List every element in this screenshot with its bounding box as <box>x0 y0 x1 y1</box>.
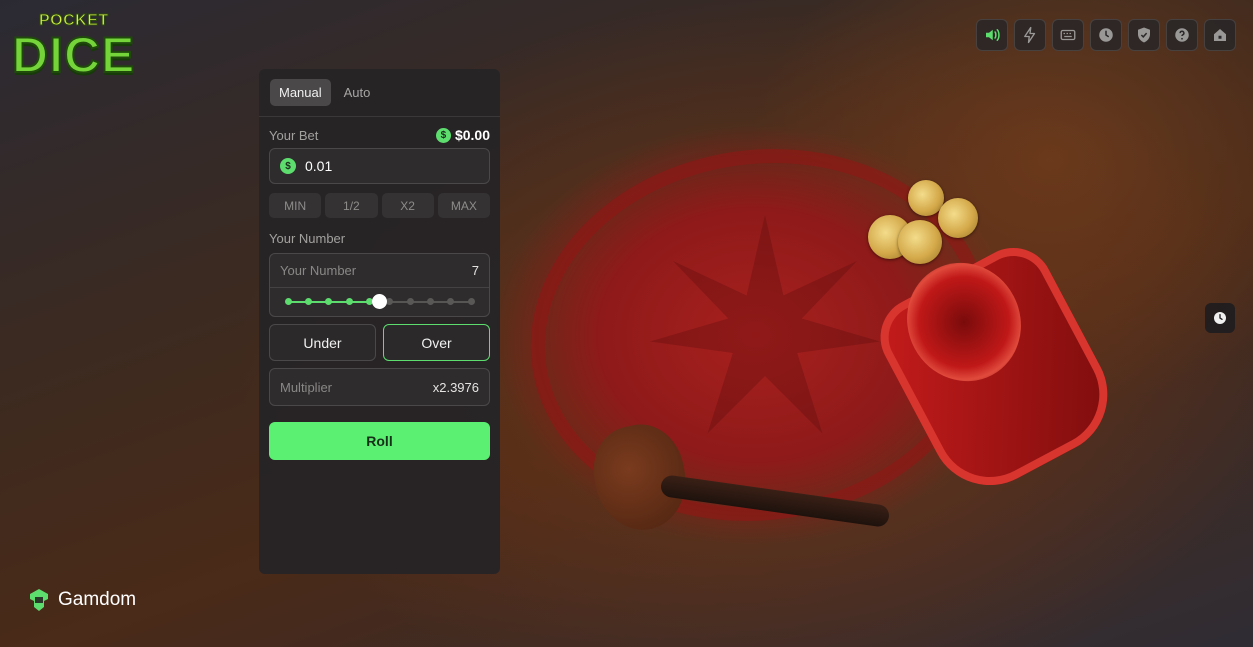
slider-step-dot <box>386 298 394 305</box>
max-button[interactable]: MAX <box>437 193 490 218</box>
under-button[interactable]: Under <box>269 324 376 361</box>
sound-icon <box>986 29 1000 41</box>
help-button[interactable] <box>1166 19 1198 51</box>
pocket-dice-logo: POCKET DICE <box>11 12 135 112</box>
sound-button[interactable] <box>976 19 1008 51</box>
bet-amount-value[interactable]: 0.01 <box>305 158 332 174</box>
balance-value: $0.00 <box>454 127 490 143</box>
fairness-button[interactable] <box>1128 19 1160 51</box>
slider-handle[interactable] <box>372 294 387 309</box>
number-input[interactable]: Your Number 7 <box>270 254 489 288</box>
coin <box>898 220 942 264</box>
direction-toggle: Under Over <box>269 324 490 361</box>
history-icon <box>1099 28 1113 42</box>
tab-auto[interactable]: Auto <box>335 79 380 106</box>
side-history-button[interactable] <box>1205 303 1235 333</box>
lightning-icon <box>1024 26 1036 44</box>
slider-step-dot <box>426 298 434 305</box>
number-selector: Your Number 7 <box>269 253 490 317</box>
balance-display: $ $0.00 <box>435 127 490 143</box>
multiplier-value: x2.3976 <box>432 379 479 395</box>
quick-bet-buttons: MIN 1/2 X2 MAX <box>269 193 490 218</box>
home-button[interactable] <box>1204 19 1236 51</box>
logo-shield <box>40 82 96 112</box>
slider-step-dot <box>345 298 353 305</box>
shield-icon <box>1138 27 1150 43</box>
tab-manual[interactable]: Manual <box>270 79 331 106</box>
history-button[interactable] <box>1090 19 1122 51</box>
slider-step-dot <box>304 298 312 305</box>
roll-button[interactable]: Roll <box>269 422 490 460</box>
turbo-button[interactable] <box>1014 19 1046 51</box>
hotkeys-button[interactable] <box>1052 19 1084 51</box>
keyboard-icon <box>1060 29 1076 41</box>
number-placeholder: Your Number <box>280 263 357 278</box>
gamdom-brand: Gamdom <box>28 588 136 612</box>
slider-step-dot <box>467 298 475 305</box>
dollar-icon: $ <box>435 127 451 143</box>
multiplier-placeholder: Multiplier <box>280 379 333 395</box>
half-button[interactable]: 1/2 <box>325 193 378 218</box>
home-icon <box>1214 29 1226 41</box>
min-button[interactable]: MIN <box>269 193 322 218</box>
number-label: Your Number <box>269 231 346 246</box>
top-toolbar <box>976 19 1236 51</box>
coin <box>938 198 978 238</box>
gamdom-logo-icon <box>30 589 48 611</box>
slider-step-dot <box>325 298 333 305</box>
number-slider[interactable] <box>270 288 489 316</box>
slider-step-dot <box>284 298 292 305</box>
brand-name: Gamdom <box>58 589 137 610</box>
number-value: 7 <box>471 263 479 278</box>
multiplier-field[interactable]: Multiplier x2.3976 <box>269 368 490 406</box>
double-button[interactable]: X2 <box>381 193 434 218</box>
mode-tabs: Manual Auto <box>259 69 500 117</box>
bet-panel: Manual Auto Your Bet $ $0.00 $ 0.01 MIN … <box>259 69 500 574</box>
dollar-icon: $ <box>280 158 296 174</box>
clock-icon <box>1214 312 1226 324</box>
slider-step-dot <box>447 298 455 305</box>
logo-line2: DICE <box>11 26 136 84</box>
over-button[interactable]: Over <box>383 324 490 361</box>
bet-label: Your Bet <box>269 127 319 143</box>
star-emblem <box>650 215 880 434</box>
bet-amount-input[interactable]: $ 0.01 <box>269 148 490 184</box>
slider-step-dot <box>406 298 414 305</box>
help-icon <box>1175 28 1189 42</box>
